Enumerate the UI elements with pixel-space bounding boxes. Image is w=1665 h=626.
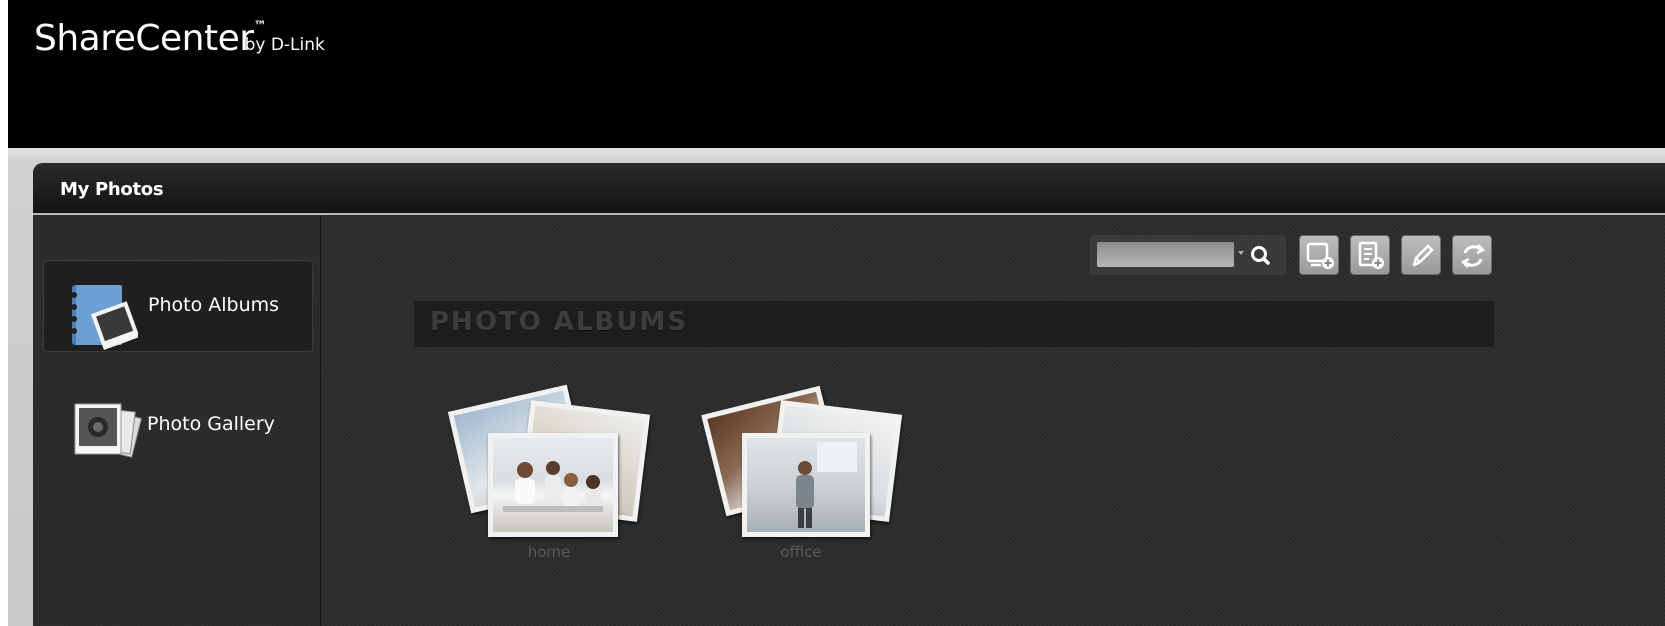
logo-brand: ShareCenter bbox=[34, 18, 254, 59]
album-photo-front bbox=[742, 433, 870, 537]
logo-byline: by D-Link bbox=[244, 35, 325, 55]
sidebar-item-label: Photo Gallery bbox=[147, 413, 275, 435]
panel-header: My Photos bbox=[33, 163, 1665, 215]
my-photos-panel: My Photos Photo Albums Photo Gallery PHO… bbox=[33, 163, 1665, 626]
album-name: office bbox=[780, 543, 822, 561]
edit-icon bbox=[1412, 244, 1434, 267]
album-home[interactable]: home bbox=[447, 384, 654, 577]
search-box bbox=[1090, 235, 1286, 275]
refresh-icon bbox=[1460, 244, 1486, 268]
search-input[interactable] bbox=[1097, 242, 1234, 267]
add-photo-icon bbox=[1358, 241, 1384, 269]
section-title: PHOTO ALBUMS bbox=[430, 307, 689, 337]
add-photo-button[interactable] bbox=[1350, 235, 1390, 275]
sidebar-item-photo-gallery[interactable]: Photo Gallery bbox=[43, 380, 313, 472]
photo-gallery-icon bbox=[71, 400, 143, 466]
album-thumbnail bbox=[701, 385, 906, 537]
add-album-button[interactable] bbox=[1299, 235, 1339, 275]
sharecenter-logo: ShareCenter™by D-Link bbox=[34, 18, 325, 59]
refresh-button[interactable] bbox=[1452, 235, 1492, 275]
album-photo-front bbox=[488, 433, 618, 537]
search-icon bbox=[1251, 246, 1270, 265]
top-header: ShareCenter™by D-Link bbox=[8, 0, 1665, 148]
content-area: PHOTO ALBUMS home office bbox=[321, 215, 1665, 626]
logo-trademark: ™ bbox=[253, 19, 267, 34]
section-banner: PHOTO ALBUMS bbox=[414, 301, 1494, 347]
album-office[interactable]: office bbox=[701, 385, 906, 577]
album-thumbnail bbox=[447, 384, 654, 537]
sidebar-item-photo-albums[interactable]: Photo Albums bbox=[43, 260, 313, 352]
panel-title: My Photos bbox=[60, 179, 164, 200]
album-name: home bbox=[527, 543, 571, 561]
sidebar: Photo Albums Photo Gallery bbox=[33, 215, 321, 626]
search-button[interactable] bbox=[1242, 242, 1278, 268]
sidebar-item-label: Photo Albums bbox=[148, 294, 280, 316]
add-album-icon bbox=[1306, 242, 1334, 269]
edit-button[interactable] bbox=[1401, 235, 1441, 275]
photo-albums-icon bbox=[70, 281, 140, 355]
